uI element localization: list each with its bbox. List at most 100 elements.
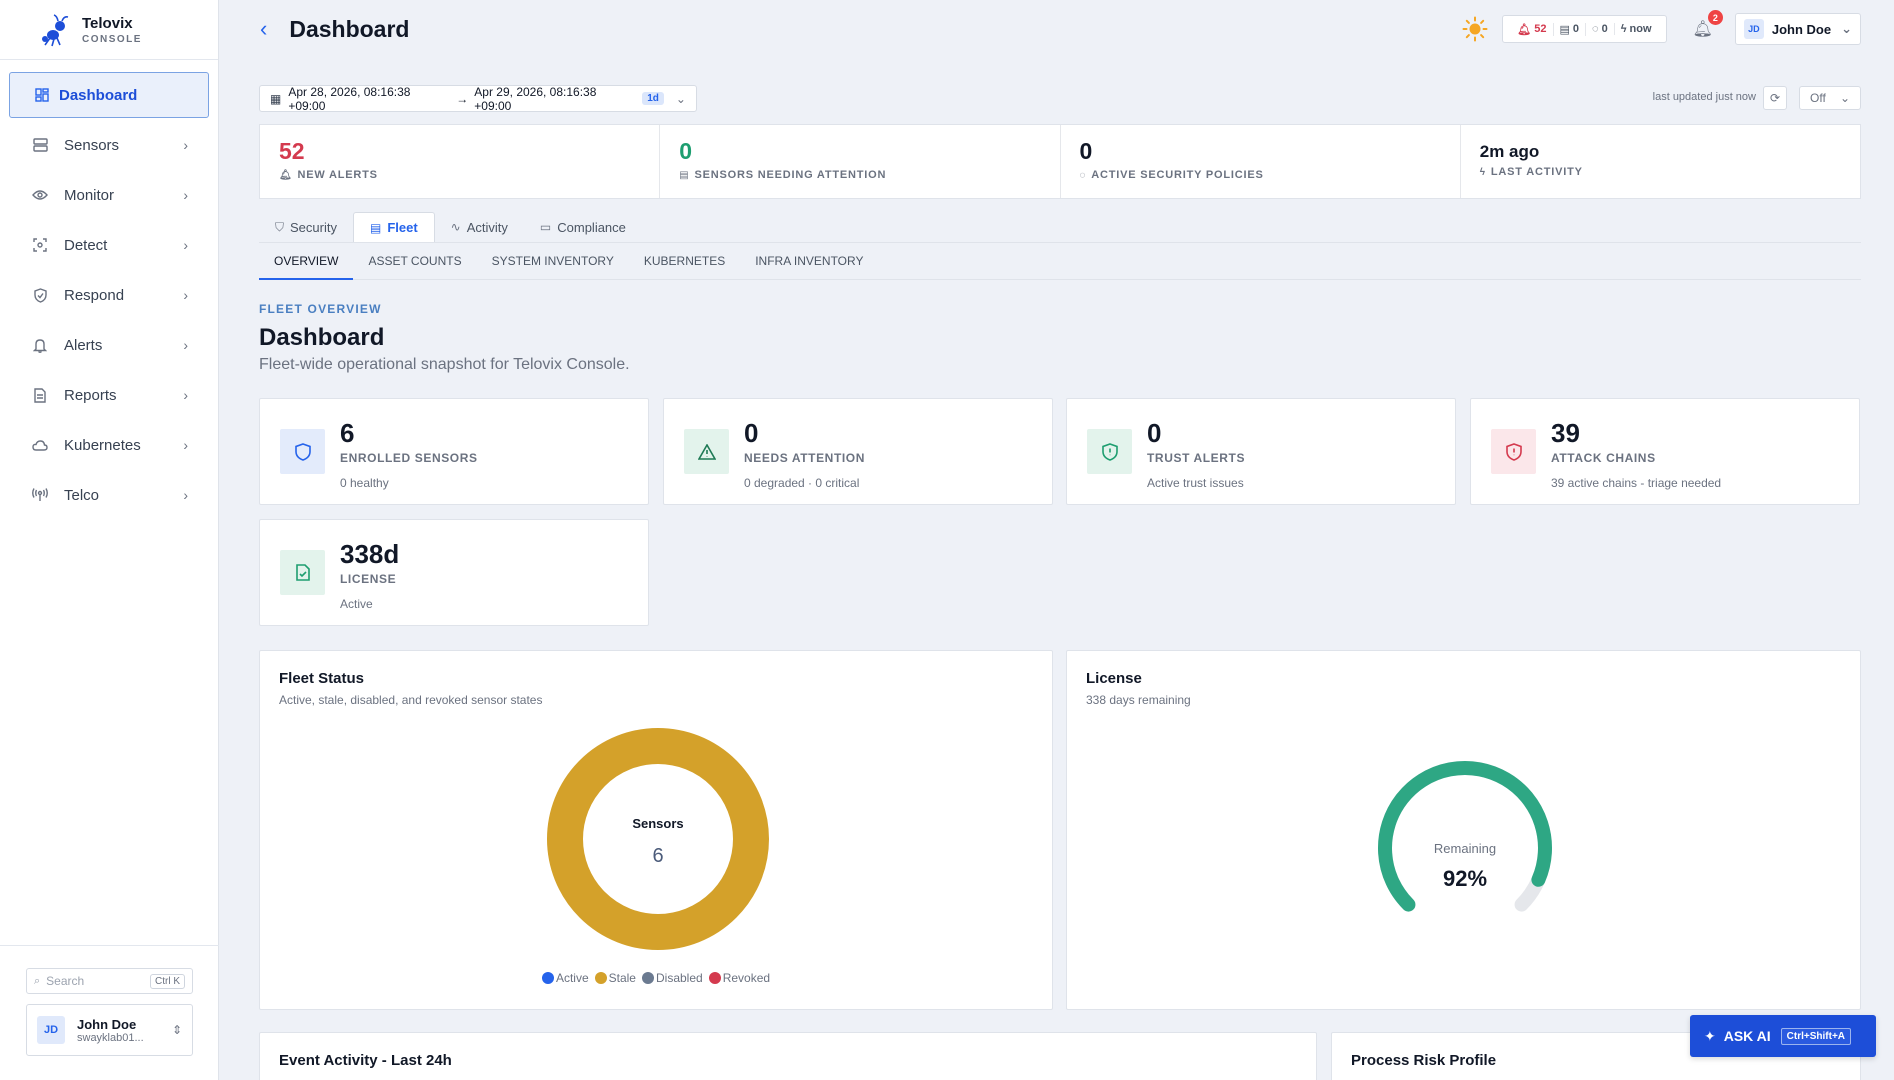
gauge-label: Remaining — [1434, 841, 1496, 856]
server-off-icon: ▤ — [679, 169, 690, 181]
kpi-label: ENROLLED SENSORS — [340, 451, 478, 465]
avatar: JD — [37, 1016, 65, 1044]
ask-ai-label: ASK AI — [1723, 1028, 1771, 1044]
section-title: Dashboard — [259, 324, 385, 351]
sidebar-item-label: Monitor — [64, 186, 115, 204]
user-switcher[interactable]: JD John Doe swayklab01... ⇕ — [26, 1004, 193, 1056]
sidebar-nav: Dashboard Sensors › Monitor › Detect › R… — [0, 60, 218, 534]
sidebar-footer: ⌕ Search Ctrl K JD John Doe swayklab01..… — [0, 945, 219, 1080]
sidebar-search[interactable]: ⌕ Search Ctrl K — [26, 968, 193, 994]
chevron-right-icon: › — [183, 237, 188, 253]
chevron-right-icon: › — [183, 137, 188, 153]
kpi-subtext: Active — [340, 597, 373, 611]
sidebar-item-monitor[interactable]: Monitor › — [9, 172, 209, 218]
document-icon: ▭ — [539, 220, 552, 234]
arrow-right-icon: → — [456, 91, 469, 106]
sidebar-item-label: Dashboard — [59, 86, 138, 104]
chevron-right-icon: › — [183, 337, 188, 353]
shield-icon: ⛉ — [275, 219, 285, 234]
antenna-icon — [32, 487, 48, 503]
sidebar-item-reports[interactable]: Reports › — [9, 372, 209, 418]
donut-ring-stale[interactable] — [547, 728, 769, 950]
last-updated: last updated just now — [1652, 91, 1756, 103]
stat-sensors-attention[interactable]: 0 ▤ SENSORS NEEDING ATTENTION — [660, 125, 1061, 198]
user-name: John Doe — [1771, 21, 1832, 37]
legend-item-stale[interactable]: Stale — [594, 971, 636, 985]
sidebar-item-label: Sensors — [64, 136, 120, 154]
panel-title: Event Activity - Last 24h — [279, 1052, 452, 1069]
stat-last-activity[interactable]: 2m ago ϟ LAST ACTIVITY — [1461, 125, 1860, 198]
tab-fleet[interactable]: ▤ Fleet — [352, 212, 435, 242]
sidebar-item-dashboard[interactable]: Dashboard — [9, 72, 209, 118]
dashboard-tabs: ⛉ Security ▤ Fleet ∿ Activity ▭ Compliance — [259, 212, 642, 242]
legend-item-active[interactable]: Active — [541, 971, 589, 985]
panel-subtitle: 338 days remaining — [1086, 693, 1191, 707]
server-off-icon: ▤ — [1559, 23, 1570, 36]
chevron-right-icon: › — [183, 187, 188, 203]
tab-compliance[interactable]: ▭ Compliance — [524, 212, 642, 242]
sidebar-item-telco[interactable]: Telco › — [9, 472, 209, 518]
sidebar-item-sensors[interactable]: Sensors › — [9, 122, 209, 168]
user-menu[interactable]: JD John Doe ⌄ — [1734, 13, 1861, 45]
date-range-picker[interactable]: ▦ Apr 28, 2026, 08:16:38 +09:00 → Apr 29… — [259, 84, 697, 113]
fleet-legend: Active Stale Disabled Revoked — [260, 971, 1052, 985]
stat-active-policies[interactable]: 0 ◌ ACTIVE SECURITY POLICIES — [1061, 125, 1461, 198]
sidebar: Telovix CONSOLE Dashboard Sensors › Moni… — [0, 0, 219, 1080]
auto-refresh-select[interactable]: Off ⌄ — [1799, 86, 1861, 110]
stat-new-alerts[interactable]: 52 🔔︎ NEW ALERTS — [260, 125, 661, 198]
range-span-badge: 1d — [642, 92, 664, 105]
refresh-button[interactable]: ⟳ — [1763, 86, 1787, 110]
subtab-infra-inventory[interactable]: INFRA INVENTORY — [740, 243, 878, 279]
shield-alert-icon — [1491, 429, 1536, 474]
tab-security[interactable]: ⛉ Security — [259, 212, 353, 242]
notifications-button[interactable]: 🔔︎ 2 — [1693, 10, 1723, 39]
stat-value: 0 — [1079, 138, 1093, 164]
legend-item-disabled[interactable]: Disabled — [641, 971, 703, 985]
kpi-needs-attention[interactable]: 0 NEEDS ATTENTION 0 degraded · 0 critica… — [663, 398, 1053, 505]
brand-name: Telovix — [82, 14, 133, 32]
subtab-overview[interactable]: OVERVIEW — [259, 243, 354, 280]
theme-toggle-sun-icon[interactable] — [1462, 16, 1488, 42]
lightning-icon: ϟ — [1620, 23, 1627, 35]
kpi-attack-chains[interactable]: 39 ATTACK CHAINS 39 active chains - tria… — [1470, 398, 1860, 505]
kpi-license[interactable]: 338d LICENSE Active — [259, 519, 649, 626]
stat-label: SENSORS NEEDING ATTENTION — [694, 169, 887, 181]
kpi-value: 338d — [340, 539, 400, 569]
section-subtitle: Fleet-wide operational snapshot for Telo… — [259, 356, 630, 373]
sidebar-item-label: Reports — [64, 386, 117, 404]
kpi-trust-alerts[interactable]: 0 TRUST ALERTS Active trust issues — [1066, 398, 1456, 505]
sidebar-item-label: Respond — [64, 286, 125, 304]
sidebar-item-kubernetes[interactable]: Kubernetes › — [9, 422, 209, 468]
panel-title: Process Risk Profile — [1351, 1052, 1497, 1069]
sidebar-item-alerts[interactable]: Alerts › — [9, 322, 209, 368]
chevron-down-icon: ⌄ — [675, 91, 686, 106]
stat-value: 52 — [279, 138, 305, 164]
date-start: Apr 28, 2026, 08:16:38 +09:00 — [288, 84, 411, 113]
top-header: ‹ Dashboard 🔔︎ 52 ▤ 0 ◌ 0 ϟ now 🔔︎ 2 JD John… — [220, 0, 1894, 58]
warning-icon — [684, 429, 729, 474]
sparkle-icon: ✦ — [1704, 1027, 1716, 1044]
bell-icon: 🔔︎ — [279, 169, 293, 181]
stat-label: LAST ACTIVITY — [1490, 166, 1583, 178]
brand[interactable]: Telovix CONSOLE — [0, 0, 218, 60]
status-summary[interactable]: 🔔︎ 52 ▤ 0 ◌ 0 ϟ now — [1502, 15, 1667, 43]
subtab-kubernetes[interactable]: KUBERNETES — [629, 243, 740, 279]
donut-center-value: 6 — [652, 845, 663, 867]
subtab-system-inventory[interactable]: SYSTEM INVENTORY — [477, 243, 629, 279]
kpi-label: ATTACK CHAINS — [1551, 451, 1656, 465]
sidebar-item-respond[interactable]: Respond › — [9, 272, 209, 318]
eye-icon — [32, 187, 48, 203]
sidebar-item-detect[interactable]: Detect › — [9, 222, 209, 268]
tab-activity[interactable]: ∿ Activity — [435, 212, 524, 242]
avatar: JD — [1743, 19, 1764, 39]
kpi-subtext: 39 active chains - triage needed — [1551, 476, 1722, 490]
subtab-asset-counts[interactable]: ASSET COUNTS — [353, 243, 476, 279]
fleet-status-panel: Fleet Status Active, stale, disabled, an… — [259, 650, 1053, 1010]
fleet-donut-chart: Sensors 6 — [547, 728, 769, 950]
ask-ai-button[interactable]: ✦ ASK AI Ctrl+Shift+A — [1690, 1015, 1876, 1057]
kpi-enrolled-sensors[interactable]: 6 ENROLLED SENSORS 0 healthy — [259, 398, 649, 505]
legend-item-revoked[interactable]: Revoked — [708, 971, 770, 985]
server-icon — [32, 137, 48, 153]
back-arrow-icon[interactable]: ‹ — [260, 16, 267, 42]
gauge-value: 92% — [1443, 866, 1487, 891]
